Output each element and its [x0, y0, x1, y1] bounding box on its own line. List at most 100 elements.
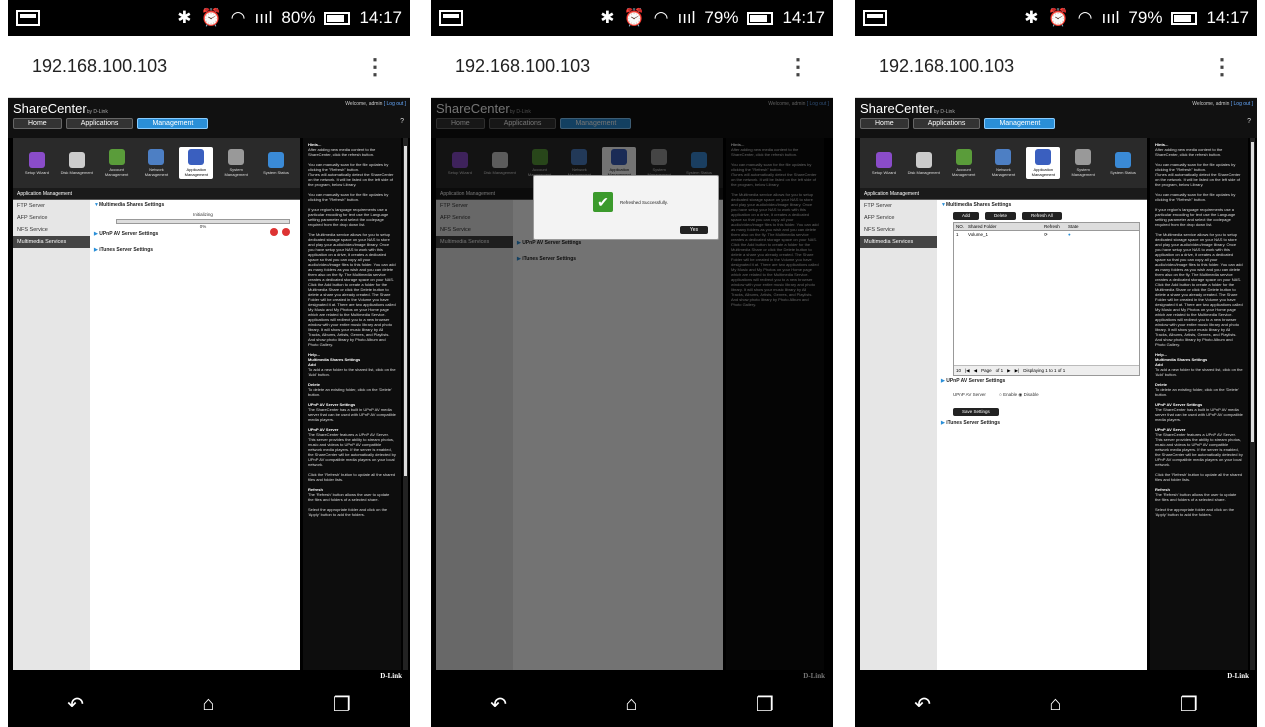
dlink-logo: D-Link: [380, 672, 402, 680]
home-icon[interactable]: ⌂: [625, 693, 637, 716]
progress-controls: [270, 228, 290, 236]
main-tabs: Home Applications Management: [13, 118, 209, 129]
multimedia-shares-header[interactable]: ▼Multimedia Shares Settings: [90, 200, 300, 210]
help-icon[interactable]: ?: [400, 118, 404, 125]
itunes-header[interactable]: ▶ iTunes Server Settings: [937, 418, 1147, 428]
main-panel: Application Management FTP Server AFP Se…: [860, 188, 1147, 670]
status-bar: ✱ ⏰ ◠ ıııl 79% 14:17: [431, 0, 833, 36]
cancel-icon[interactable]: [282, 228, 290, 236]
enable-radio[interactable]: ○ Enable: [999, 392, 1017, 397]
next-page-icon[interactable]: ▶: [1007, 368, 1010, 374]
back-icon[interactable]: ↶: [490, 692, 507, 717]
tab-home[interactable]: Home: [13, 118, 62, 129]
signal-icon: ıııl: [254, 8, 273, 27]
hints-scrollbar[interactable]: [1250, 138, 1255, 670]
table-row[interactable]: 1 Volume_1 ⟳ ●: [954, 231, 1139, 239]
section-title: Application Management: [860, 188, 1147, 200]
tab-home[interactable]: Home: [860, 118, 909, 129]
add-button[interactable]: Add: [953, 212, 980, 220]
content-area: ▼Multimedia Shares Settings Add Delete R…: [937, 200, 1147, 670]
signal-icon: ıııl: [677, 8, 696, 27]
dlink-logo: D-Link: [1227, 672, 1249, 680]
hints-panel: Hints...After adding new media content t…: [1150, 138, 1248, 670]
setup-wizard-icon[interactable]: Setup Wizard: [867, 151, 901, 175]
network-management-icon[interactable]: Network Management: [139, 149, 173, 177]
system-management-icon[interactable]: System Management: [219, 149, 253, 177]
url-text[interactable]: 192.168.100.103: [32, 56, 167, 77]
url-text[interactable]: 192.168.100.103: [455, 56, 590, 77]
setup-wizard-icon[interactable]: Setup Wizard: [20, 151, 54, 175]
content-area: ▼Multimedia Shares Settings Initializing…: [90, 200, 300, 670]
nav-multimedia-services[interactable]: Multimedia Services: [13, 236, 90, 248]
screen-refresh-dialog: ✱ ⏰ ◠ ıııl 79% 14:17 192.168.100.103 ⋮ S…: [431, 0, 833, 727]
multimedia-shares-header[interactable]: ▼Multimedia Shares Settings: [937, 200, 1147, 210]
disk-management-icon[interactable]: Disk Management: [907, 151, 941, 175]
application-management-icon[interactable]: Application Management: [1026, 147, 1061, 179]
home-icon[interactable]: ⌂: [202, 693, 214, 716]
network-management-icon[interactable]: Network Management: [986, 149, 1020, 177]
system-status-icon[interactable]: System Status: [259, 151, 293, 175]
progress-percent: 0%: [199, 224, 207, 229]
disk-management-icon[interactable]: Disk Management: [60, 151, 94, 175]
tab-applications[interactable]: Applications: [65, 118, 134, 129]
recents-icon[interactable]: ❐: [1180, 692, 1198, 717]
tab-management[interactable]: Management: [137, 118, 209, 129]
yes-button[interactable]: Yes: [680, 226, 708, 234]
disable-radio[interactable]: ◉ Disable: [1018, 392, 1038, 397]
system-management-icon[interactable]: System Management: [1066, 149, 1100, 177]
prev-page-icon[interactable]: ◀: [974, 368, 977, 374]
app-header: ShareCenterby D-Link Welcome, admin [ Lo…: [8, 98, 410, 138]
refresh-icon[interactable]: ⟳: [1042, 231, 1066, 239]
logout-link[interactable]: [ Log out ]: [1231, 101, 1253, 107]
back-icon[interactable]: ↶: [67, 692, 84, 717]
browser-menu-icon[interactable]: ⋮: [1211, 54, 1233, 80]
last-page-icon[interactable]: ▶|: [1015, 368, 1020, 374]
nav-nfs-service[interactable]: NFS Service: [13, 224, 90, 236]
pager-summary: Displaying 1 to 1 of 1: [1023, 368, 1066, 373]
recents-icon[interactable]: ❐: [756, 692, 774, 717]
itunes-header[interactable]: ▶ iTunes Server Settings: [90, 245, 300, 255]
shares-table: NO. Shared Folder Refresh State 1 Volume…: [953, 222, 1140, 376]
alarm-icon: ⏰: [1047, 8, 1069, 27]
browser-menu-icon[interactable]: ⋮: [364, 54, 386, 80]
save-settings-button[interactable]: Save Settings: [953, 408, 999, 416]
account-management-icon[interactable]: Account Management: [947, 149, 981, 177]
stop-icon[interactable]: [270, 228, 278, 236]
application-management-icon[interactable]: Application Management: [179, 147, 214, 179]
nav-ftp-server[interactable]: FTP Server: [860, 200, 937, 212]
nav-ftp-server[interactable]: FTP Server: [13, 200, 90, 212]
url-text[interactable]: 192.168.100.103: [879, 56, 1014, 77]
upnp-header[interactable]: ▶ UPnP AV Server Settings: [937, 376, 1147, 386]
tab-management[interactable]: Management: [984, 118, 1056, 129]
first-page-icon[interactable]: |◀: [965, 368, 970, 374]
help-icon[interactable]: ?: [1247, 118, 1251, 125]
welcome-text: Welcome, admin [ Log out ]: [1192, 101, 1253, 107]
page-size-select[interactable]: 10: [956, 368, 961, 373]
clock: 14:17: [359, 8, 402, 27]
bluetooth-icon: ✱: [600, 8, 615, 27]
address-bar[interactable]: 192.168.100.103 ⋮: [8, 36, 410, 98]
screen-initializing: ✱ ⏰ ◠ ıııl 80% 14:17 192.168.100.103 ⋮ S…: [8, 0, 410, 727]
nav-multimedia-services[interactable]: Multimedia Services: [860, 236, 937, 248]
address-bar[interactable]: 192.168.100.103 ⋮: [855, 36, 1257, 98]
back-icon[interactable]: ↶: [914, 692, 931, 717]
browser-menu-icon[interactable]: ⋮: [787, 54, 809, 80]
nav-afp-service[interactable]: AFP Service: [860, 212, 937, 224]
brand-logo: ShareCenterby D-Link: [13, 101, 108, 116]
recents-icon[interactable]: ❐: [333, 692, 351, 717]
upnp-header[interactable]: ▶ UPnP AV Server Settings: [90, 229, 300, 239]
logout-link[interactable]: [ Log out ]: [384, 101, 406, 107]
nav-afp-service[interactable]: AFP Service: [13, 212, 90, 224]
delete-button[interactable]: Delete: [985, 212, 1017, 220]
hints-scrollbar[interactable]: [403, 138, 408, 670]
tab-applications[interactable]: Applications: [912, 118, 981, 129]
account-management-icon[interactable]: Account Management: [100, 149, 134, 177]
address-bar[interactable]: 192.168.100.103 ⋮: [431, 36, 833, 98]
system-status-icon[interactable]: System Status: [1106, 151, 1140, 175]
home-icon[interactable]: ⌂: [1049, 693, 1061, 716]
refresh-dialog: ✔ Refreshed Successfully. Yes: [533, 175, 719, 240]
refresh-all-button[interactable]: Refresh All: [1022, 212, 1062, 220]
bluetooth-icon: ✱: [1024, 8, 1039, 27]
android-nav-bar: ↶ ⌂ ❐: [431, 682, 833, 727]
nav-nfs-service[interactable]: NFS Service: [860, 224, 937, 236]
